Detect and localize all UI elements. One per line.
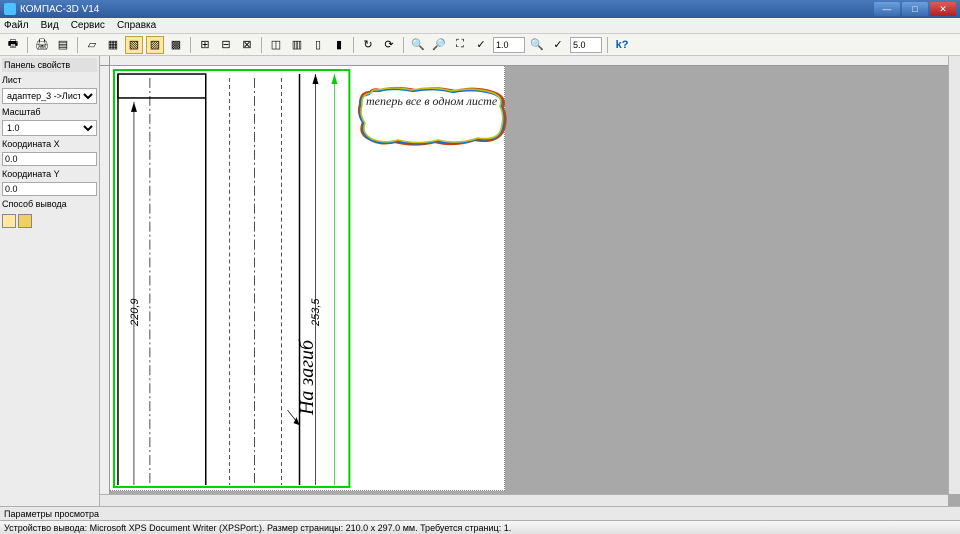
drawing-label: На загиб (296, 340, 319, 415)
annotation-text: теперь все в одном листе (366, 94, 497, 108)
printer-icon[interactable]: 🖨 (33, 36, 51, 54)
menu-view[interactable]: Вид (41, 20, 59, 31)
statusbar: Устройство вывода: Microsoft XPS Documen… (0, 520, 960, 534)
zoom-check-icon-2[interactable]: ✓ (549, 36, 567, 54)
maximize-button[interactable]: □ (902, 2, 928, 16)
tool-icon-1[interactable]: ▱ (83, 36, 101, 54)
tool-icon-3[interactable]: ▧ (125, 36, 143, 54)
output-mode-icon-2[interactable] (18, 214, 32, 228)
zoom-input-2[interactable] (570, 37, 602, 53)
zoom-out-icon[interactable]: 🔎 (430, 36, 448, 54)
ruler-vertical (100, 66, 110, 494)
sheet-label: Лист (2, 74, 97, 86)
vertical-scrollbar[interactable] (948, 56, 960, 494)
menubar: Файл Вид Сервис Справка (0, 18, 960, 34)
close-button[interactable]: ✕ (930, 2, 956, 16)
layout-icon-1[interactable]: ◫ (267, 36, 285, 54)
tool-icon-5[interactable]: ▩ (167, 36, 185, 54)
scale-select[interactable]: 1.0 (2, 120, 97, 136)
zoom-icon-2[interactable]: 🔍 (528, 36, 546, 54)
doc-icon[interactable]: ▤ (54, 36, 72, 54)
toolbar: 🖶 🖨 ▤ ▱ ▦ ▧ ▨ ▩ ⊞ ⊟ ⊠ ◫ ▥ ▯ ▮ ↻ ⟳ 🔍 🔎 ⛶ … (0, 34, 960, 56)
zoom-input-1[interactable] (493, 37, 525, 53)
coordx-input[interactable] (2, 152, 97, 166)
tool-icon-2[interactable]: ▦ (104, 36, 122, 54)
status-text: Устройство вывода: Microsoft XPS Documen… (4, 523, 511, 533)
grid-icon-2[interactable]: ⊟ (217, 36, 235, 54)
properties-panel: Панель свойств Лист адаптер_3 ->Лист 1 М… (0, 56, 100, 506)
zoom-in-icon[interactable]: 🔍 (409, 36, 427, 54)
menu-help[interactable]: Справка (117, 20, 156, 31)
tab-view-params[interactable]: Параметры просмотра (4, 509, 99, 519)
menu-service[interactable]: Сервис (71, 20, 105, 31)
titlebar: КОМПАС-3D V14 — □ ✕ (0, 0, 960, 18)
print-icon[interactable]: 🖶 (4, 36, 22, 54)
layout-icon-4[interactable]: ▮ (330, 36, 348, 54)
scale-label: Масштаб (2, 106, 97, 118)
ruler-horizontal (110, 56, 948, 66)
zoom-fit-icon[interactable]: ⛶ (451, 36, 469, 54)
help-icon[interactable]: k? (613, 36, 631, 54)
layout-icon-2[interactable]: ▥ (288, 36, 306, 54)
canvas-area: 220,9 253,5 На загиб теперь все в одном … (100, 56, 960, 506)
coordy-label: Координата Y (2, 168, 97, 180)
output-label: Способ вывода (2, 198, 97, 210)
output-mode-icon-1[interactable] (2, 214, 16, 228)
grid-icon-1[interactable]: ⊞ (196, 36, 214, 54)
minimize-button[interactable]: — (874, 2, 900, 16)
bottom-tabs: Параметры просмотра (0, 506, 960, 520)
grid-icon-3[interactable]: ⊠ (238, 36, 256, 54)
rotate-icon-2[interactable]: ⟳ (380, 36, 398, 54)
coordx-label: Координата X (2, 138, 97, 150)
app-title: КОМПАС-3D V14 (20, 4, 874, 15)
rotate-icon-1[interactable]: ↻ (359, 36, 377, 54)
menu-file[interactable]: Файл (4, 20, 29, 31)
coordy-input[interactable] (2, 182, 97, 196)
layout-icon-3[interactable]: ▯ (309, 36, 327, 54)
sheet-select[interactable]: адаптер_3 ->Лист 1 (2, 88, 97, 104)
horizontal-scrollbar[interactable] (100, 494, 948, 506)
panel-title: Панель свойств (2, 58, 97, 72)
app-icon (4, 3, 16, 15)
drawing-sheet[interactable]: 220,9 253,5 На загиб теперь все в одном … (110, 66, 505, 491)
zoom-check-icon[interactable]: ✓ (472, 36, 490, 54)
dimension-text-1: 220,9 (129, 298, 141, 326)
dimension-text-2: 253,5 (310, 298, 322, 326)
tool-icon-4[interactable]: ▨ (146, 36, 164, 54)
